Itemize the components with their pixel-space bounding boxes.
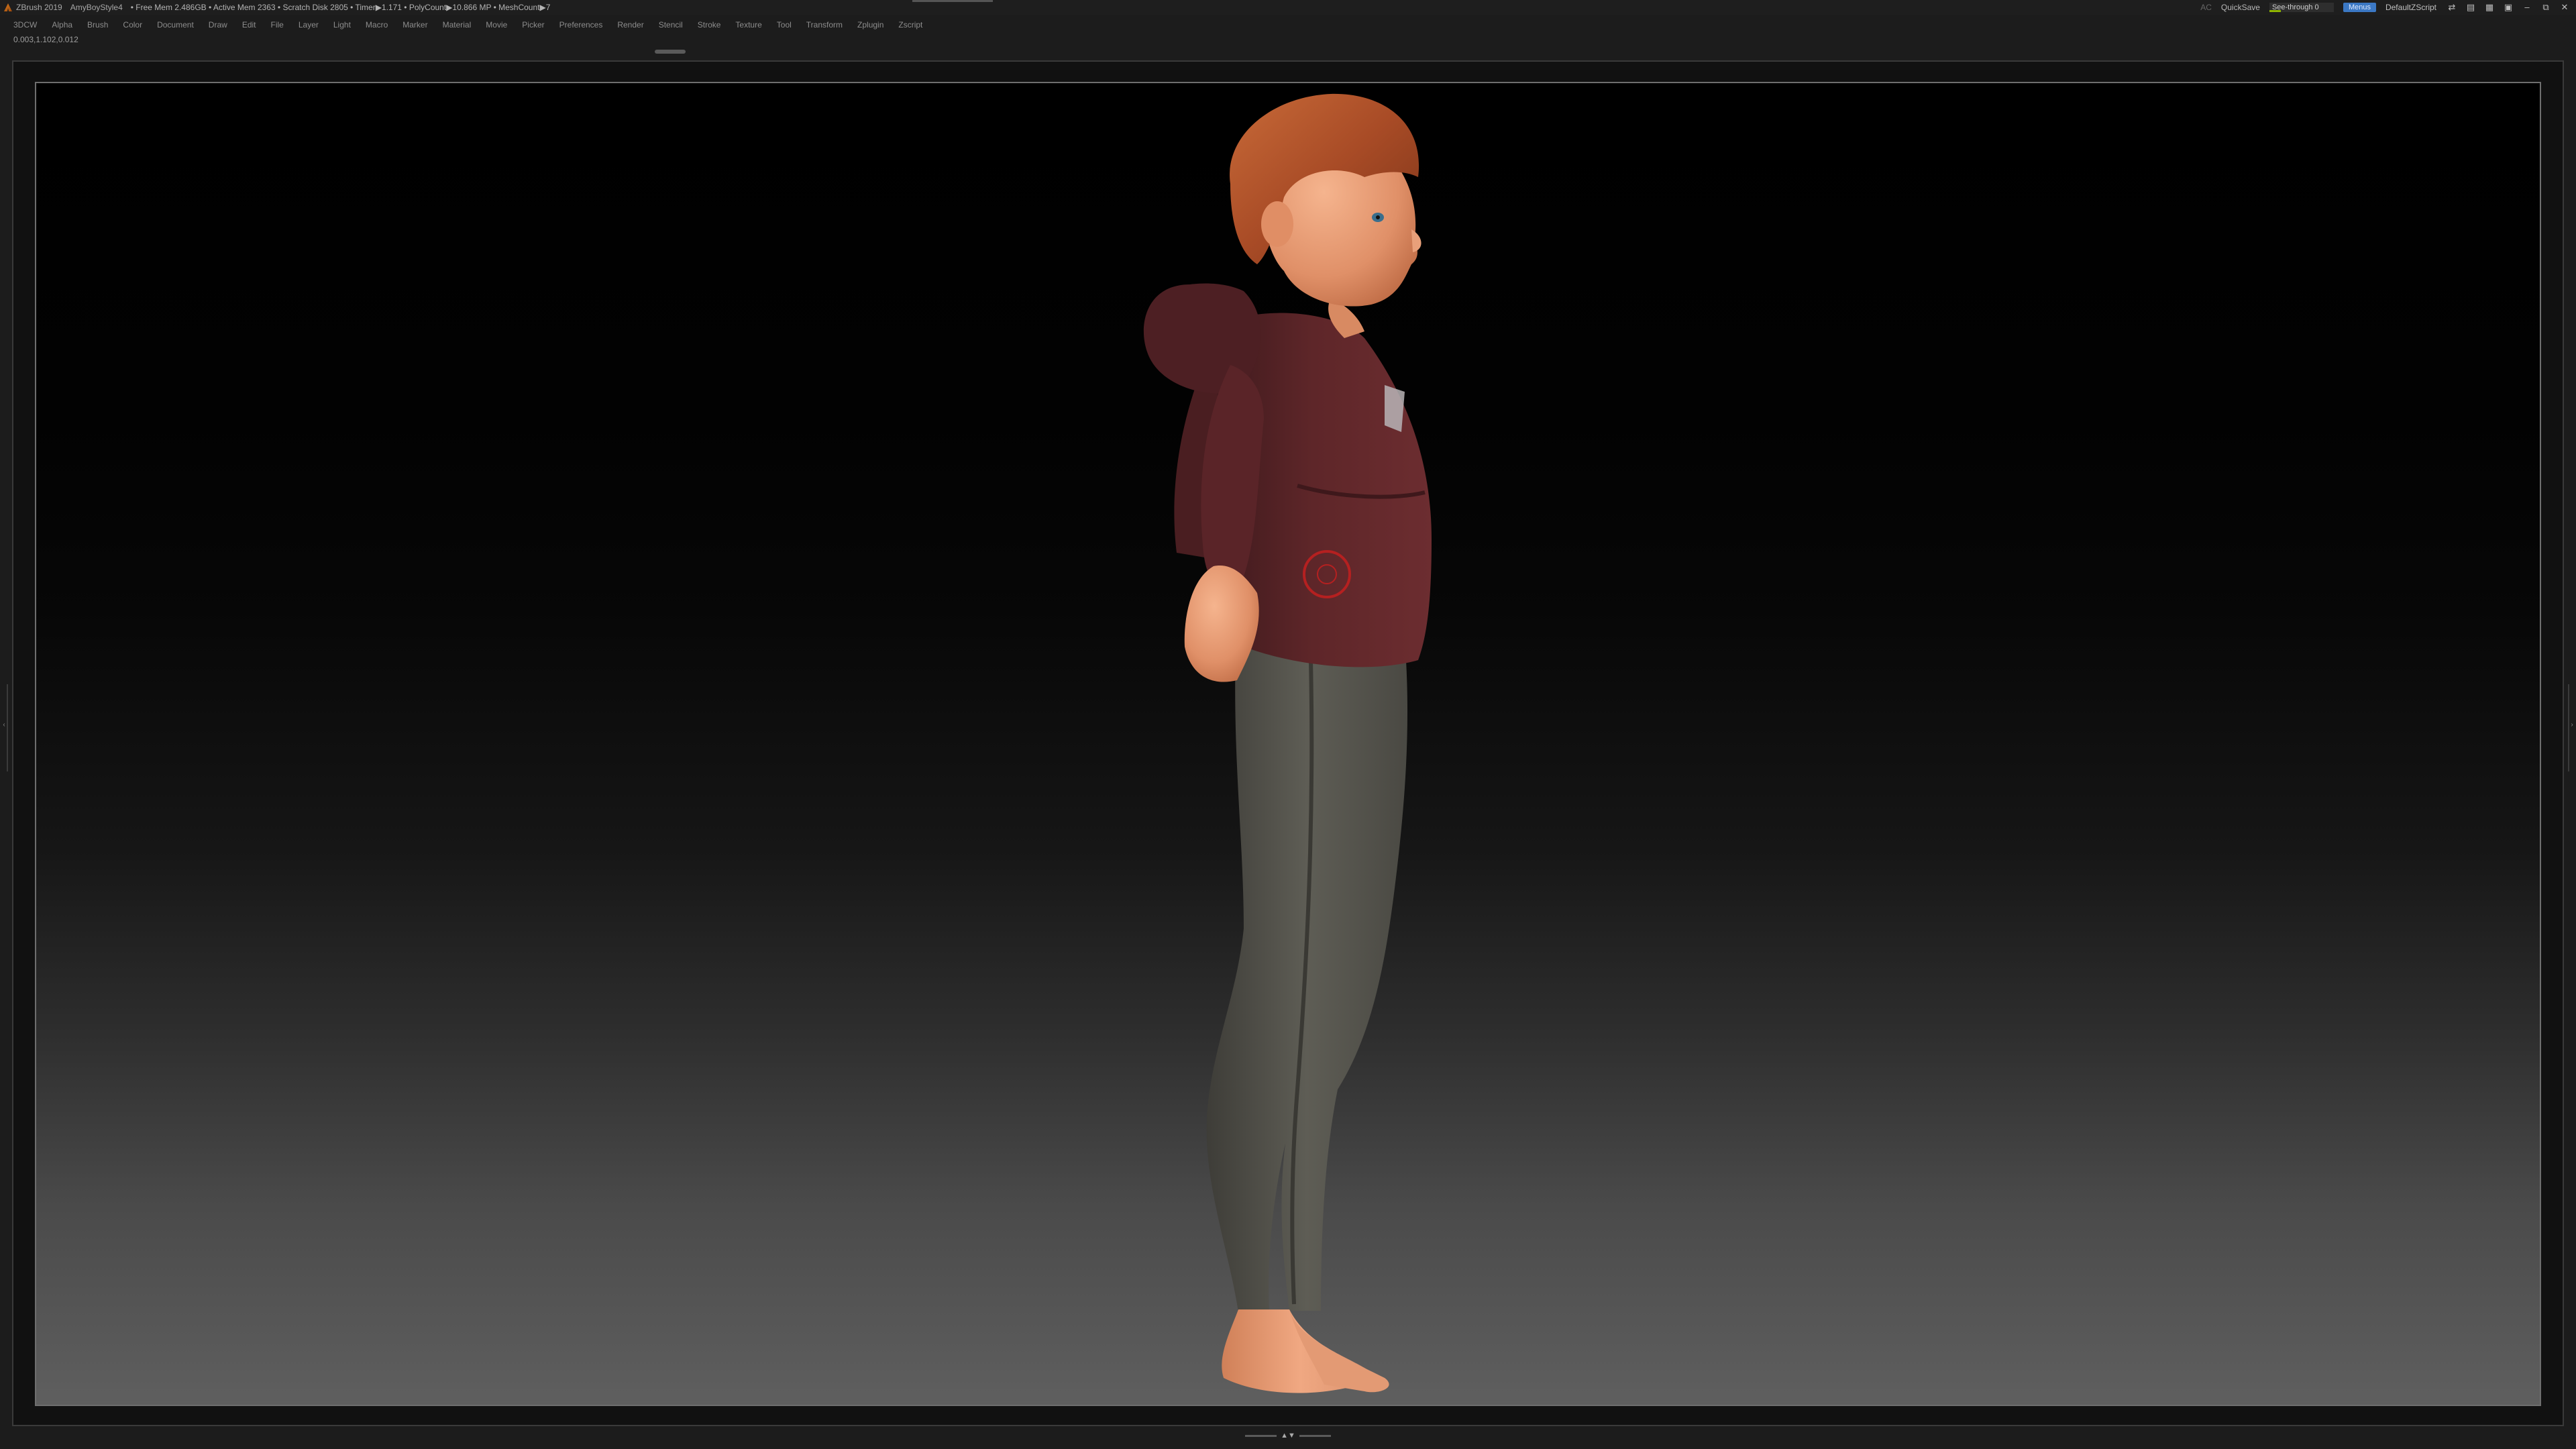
ac-toggle[interactable]: AC	[2200, 3, 2212, 12]
window-icons: ⇄ ▤ ▦ ▣ – ⧉ ✕	[2446, 3, 2571, 12]
see-through-value: 0	[2314, 3, 2319, 11]
menu-marker[interactable]: Marker	[402, 20, 427, 30]
menu-3dcw[interactable]: 3DCW	[13, 20, 37, 30]
menu-zscript[interactable]: Zscript	[898, 20, 922, 30]
menu-preferences[interactable]: Preferences	[559, 20, 603, 30]
bottom-handle-bar	[1245, 1434, 1277, 1437]
document-canvas[interactable]	[35, 82, 2541, 1406]
left-tray-arrow-icon: ‹	[3, 721, 5, 729]
menu-edit[interactable]: Edit	[242, 20, 256, 30]
menu-movie[interactable]: Movie	[486, 20, 507, 30]
feet	[1222, 1309, 1389, 1393]
right-tray-arrow-icon: ›	[2571, 721, 2573, 729]
menu-transform[interactable]: Transform	[806, 20, 843, 30]
menu-file[interactable]: File	[271, 20, 284, 30]
menu-alpha[interactable]: Alpha	[52, 20, 72, 30]
left-tray-handle[interactable]: ‹	[1, 684, 8, 771]
menu-draw[interactable]: Draw	[209, 20, 227, 30]
zbrush-logo-icon	[4, 3, 12, 11]
dock-icon[interactable]: ⇄	[2446, 3, 2458, 12]
menu-texture[interactable]: Texture	[735, 20, 761, 30]
expand-arrows-icon: ▲▼	[1281, 1432, 1295, 1440]
restore-icon[interactable]: ⧉	[2540, 3, 2552, 12]
menu-render[interactable]: Render	[617, 20, 643, 30]
zbrush-window: ZBrush 2019 AmyBoyStyle4 • Free Mem 2.48…	[0, 0, 2576, 1449]
document-name: AmyBoyStyle4	[70, 3, 123, 12]
menu-stencil[interactable]: Stencil	[659, 20, 683, 30]
see-through-slider[interactable]: See-through 0	[2269, 3, 2334, 12]
default-zscript-button[interactable]: DefaultZScript	[2385, 3, 2436, 12]
menu-material[interactable]: Material	[443, 20, 472, 30]
minimize-icon[interactable]: –	[2521, 3, 2533, 12]
menu-stroke[interactable]: Stroke	[698, 20, 721, 30]
app-title: ZBrush 2019	[16, 3, 62, 12]
title-bar: ZBrush 2019 AmyBoyStyle4 • Free Mem 2.48…	[0, 0, 2576, 15]
menus-button[interactable]: Menus	[2343, 3, 2376, 12]
bottom-tray-handle[interactable]: ▲▼	[1245, 1432, 1331, 1440]
menu-layer[interactable]: Layer	[299, 20, 319, 30]
menu-macro[interactable]: Macro	[366, 20, 388, 30]
menu-bar: 3DCW Alpha Brush Color Document Draw Edit File L…	[0, 17, 2576, 32]
pants	[1206, 613, 1408, 1312]
head	[1230, 93, 1421, 307]
title-right-controls: AC QuickSave See-through 0 Menus Default…	[2200, 0, 2576, 15]
coordinate-readout: 0.003,1.102,0.012	[13, 35, 78, 44]
menu-light[interactable]: Light	[333, 20, 351, 30]
menu-document[interactable]: Document	[157, 20, 194, 30]
menu-brush[interactable]: Brush	[87, 20, 108, 30]
quicksave-button[interactable]: QuickSave	[2221, 3, 2260, 12]
right-tray-handle[interactable]: ›	[2568, 684, 2575, 771]
layout-icon[interactable]: ▤	[2465, 3, 2477, 12]
menu-color[interactable]: Color	[123, 20, 142, 30]
menu-zplugin[interactable]: Zplugin	[857, 20, 883, 30]
lock-icon[interactable]: ▣	[2502, 3, 2514, 12]
memory-stats: • Free Mem 2.486GB • Active Mem 2363 • S…	[130, 3, 551, 12]
top-scroll-indicator[interactable]	[912, 0, 993, 2]
character-model[interactable]	[36, 83, 2541, 1406]
layout-icon[interactable]: ▦	[2483, 3, 2496, 12]
menu-picker[interactable]: Picker	[522, 20, 544, 30]
bottom-handle-bar	[1299, 1434, 1331, 1437]
see-through-label: See-through	[2271, 3, 2313, 11]
top-shelf-handle[interactable]	[655, 50, 686, 54]
close-icon[interactable]: ✕	[2559, 3, 2571, 12]
menu-tool[interactable]: Tool	[777, 20, 792, 30]
